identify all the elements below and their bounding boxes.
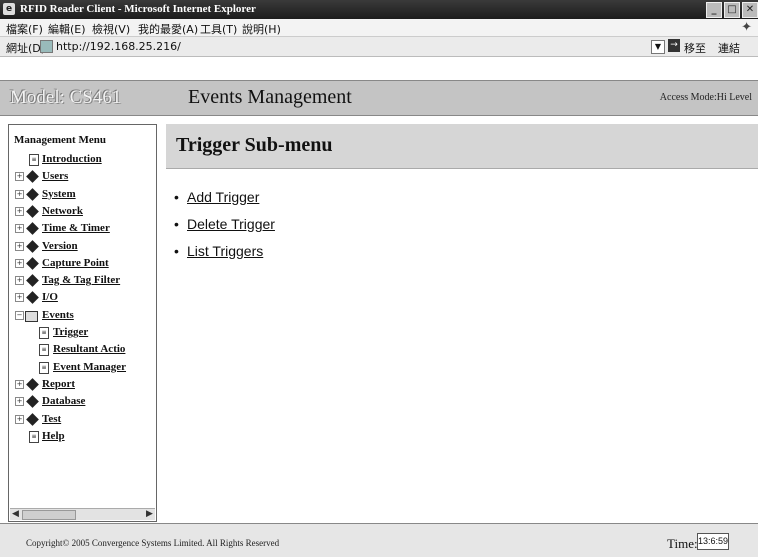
sidebar-item-label[interactable]: Capture Point [42,257,109,269]
time-field: 13:6:59 [697,533,729,550]
scroll-right-icon[interactable]: ▶ [144,509,155,520]
submenu-heading: Trigger Sub-menu [176,134,333,156]
copyright-text: Copyright© 2005 Convergence Systems Limi… [26,538,280,548]
sidebar-item-label[interactable]: I/O [42,291,58,303]
model-label: Model: CS461 [10,87,122,108]
sidebar-item-label[interactable]: Introduction [42,153,102,165]
expand-icon[interactable]: + [15,397,24,407]
horizontal-scrollbar[interactable]: ◀ ▶ [10,508,155,520]
sidebar-item-label[interactable]: Version [42,240,78,252]
page-icon [40,40,53,53]
windows-logo-icon: ✦ [741,20,752,35]
sidebar-item-label[interactable]: Report [42,378,75,390]
time-label: Time: [667,536,698,551]
expand-icon[interactable]: + [15,276,24,286]
access-mode: Access Mode:Hi Level [659,92,752,103]
document-icon: ≡ [29,154,39,166]
menu-favorites[interactable]: 我的最愛(A) [138,21,198,37]
document-icon: ≡ [29,430,39,443]
expand-icon[interactable]: + [15,414,24,424]
menu-edit[interactable]: 編輯(E) [48,21,86,37]
minimize-button[interactable]: _ [706,2,722,18]
expand-icon[interactable]: + [15,258,24,268]
expand-icon[interactable]: + [15,379,24,389]
expand-icon[interactable]: + [15,224,24,234]
maximize-button[interactable]: □ [724,2,740,18]
sidebar-item-label[interactable]: Help [42,430,65,442]
menu-view[interactable]: 檢視(V) [92,21,130,37]
expand-icon[interactable]: + [15,241,24,251]
main-content: Trigger Sub-menu • Add Trigger • Delete … [160,124,758,520]
bullet-icon: • [174,243,179,259]
sidebar-item-label[interactable]: Users [42,170,68,182]
sidebar-item-label[interactable]: Network [42,205,83,217]
document-icon: ≡ [39,361,49,374]
address-dropdown-icon[interactable]: ▼ [651,40,665,54]
menu-bar: 檔案(F) 編輯(E) 檢視(V) 我的最愛(A) 工具(T) 說明(H) ✦ [0,19,758,37]
sidebar-item-label[interactable]: Events [42,309,74,321]
go-arrow-icon[interactable]: → [668,39,680,52]
bullet-icon: • [174,189,179,205]
scroll-thumb[interactable] [22,510,76,520]
expand-icon[interactable]: + [15,189,24,199]
window-title: RFID Reader Client - Microsoft Internet … [20,3,256,15]
document-icon: ≡ [39,327,49,339]
folder-open-icon [25,310,38,322]
expand-icon[interactable]: + [15,293,24,303]
add-trigger-link[interactable]: Add Trigger [187,189,259,205]
submenu-header: Trigger Sub-menu [166,124,758,169]
links-button[interactable]: 連結 [718,40,740,56]
expand-icon[interactable]: + [15,172,24,182]
page-header: Model: CS461 Events Management Access Mo… [0,80,758,116]
document-icon: ≡ [39,344,49,357]
window-title-bar: e RFID Reader Client - Microsoft Interne… [0,0,758,19]
address-input[interactable]: http://192.168.25.216/ [56,40,181,53]
collapse-icon[interactable]: − [15,310,24,320]
sidebar-item-label[interactable]: System [42,188,76,200]
page-title: Events Management [188,86,352,108]
go-button[interactable]: 移至 [684,40,706,56]
expand-icon[interactable]: + [15,206,24,216]
sidebar-item-label[interactable]: Test [42,413,61,425]
close-button[interactable]: ✕ [742,2,758,18]
sidebar-item-label[interactable]: Resultant Actio [53,343,125,355]
list-triggers-link[interactable]: List Triggers [187,243,263,259]
menu-help[interactable]: 說明(H) [242,21,281,37]
sidebar-item-label[interactable]: Time & Timer [42,222,110,234]
ie-icon: e [3,3,15,15]
bullet-icon: • [174,216,179,232]
menu-file[interactable]: 檔案(F) [6,21,43,37]
sidebar-item-label[interactable]: Tag & Tag Filter [42,274,120,286]
address-bar: 網址(D) http://192.168.25.216/ ▼ → 移至 連結 [0,37,758,57]
sidebar-item-label[interactable]: Trigger [53,326,88,338]
menu-title: Management Menu [14,134,106,146]
scroll-left-icon[interactable]: ◀ [10,509,21,520]
menu-tools[interactable]: 工具(T) [200,21,237,37]
sidebar-item-label[interactable]: Event Manager [53,361,126,373]
management-menu-panel: Management Menu ≡ Introduction + Users + Syst… [8,124,157,522]
sidebar-item-label[interactable]: Database [42,395,85,407]
page-footer: Copyright© 2005 Convergence Systems Limi… [0,523,758,557]
delete-trigger-link[interactable]: Delete Trigger [187,216,275,232]
